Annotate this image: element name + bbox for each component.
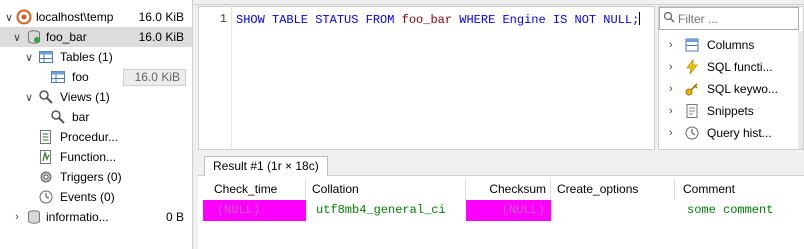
sql-editor[interactable]: 1 SHOW TABLE STATUS FROM foo_bar WHERE E… — [198, 6, 655, 150]
helper-item-label: Columns — [707, 38, 755, 52]
columns-icon — [684, 37, 700, 53]
column-header-check-time[interactable]: Check_time — [198, 179, 306, 200]
sql-code-line[interactable]: SHOW TABLE STATUS FROM foo_bar WHERE Eng… — [236, 12, 641, 27]
chevron-right-icon[interactable]: › — [12, 211, 22, 223]
chevron-down-icon[interactable]: ∨ — [12, 31, 22, 44]
sql-keywords-icon — [684, 81, 700, 97]
tree-item-events[interactable]: Events (0) — [0, 187, 192, 207]
tree-item-foo[interactable]: foo 16.0 KiB — [0, 67, 192, 87]
tree-item-label: bar — [72, 110, 90, 124]
helper-item-label: SQL keywo... — [707, 82, 778, 96]
view-icon — [50, 109, 66, 125]
helper-item-columns[interactable]: › Columns — [659, 34, 799, 56]
table-cell-null[interactable]: (NULL) — [466, 200, 551, 221]
database-icon — [26, 209, 42, 225]
tree-item-size: 16.0 KiB — [138, 10, 184, 24]
helper-item-label: SQL functi... — [707, 60, 773, 74]
helper-item-label: Snippets — [707, 104, 754, 118]
text-cursor — [639, 12, 641, 25]
tree-item-localhost[interactable]: ∨ localhost\temp 16.0 KiB — [0, 7, 192, 27]
snippets-icon — [684, 103, 700, 119]
table-size-box: 16.0 KiB — [123, 68, 186, 86]
database-icon — [26, 29, 42, 45]
procedure-icon — [38, 129, 54, 145]
helper-item-label: Query hist... — [707, 126, 772, 140]
tree-item-tables[interactable]: ∨ Tables (1) — [0, 47, 192, 67]
tree-item-label: Tables (1) — [60, 50, 113, 64]
column-header-collation[interactable]: Collation — [296, 179, 466, 200]
column-header-create-options[interactable]: Create_options — [551, 179, 675, 200]
helper-item-sql-keywords[interactable]: › SQL keywo... — [659, 78, 799, 100]
filter-box[interactable] — [659, 7, 799, 30]
tree-item-foo-bar[interactable]: ∨ foo_bar 16.0 KiB — [0, 27, 192, 47]
chevron-right-icon[interactable]: › — [669, 61, 673, 73]
column-header-checksum[interactable]: Checksum — [466, 179, 551, 200]
tree-item-label: foo_bar — [46, 30, 87, 44]
chevron-down-icon[interactable]: ∨ — [4, 11, 14, 24]
chevron-right-icon[interactable]: › — [669, 105, 673, 117]
views-icon — [38, 89, 54, 105]
clock-icon — [38, 189, 54, 205]
search-icon — [660, 11, 678, 26]
helper-scrollbar[interactable] — [798, 31, 803, 149]
result-grid[interactable]: Check_time Collation Checksum Create_opt… — [198, 176, 804, 249]
server-icon — [16, 9, 32, 25]
gear-icon — [38, 169, 54, 185]
query-history-icon — [684, 125, 700, 141]
result-tab-bar: Result #1 (1r × 18c) — [198, 152, 804, 177]
tree-item-triggers[interactable]: Triggers (0) — [0, 167, 192, 187]
sql-keyword-token: Engine IS NOT NULL; — [502, 13, 640, 27]
tab-result-1[interactable]: Result #1 (1r × 18c) — [204, 156, 328, 177]
tree-item-size: 16.0 KiB — [138, 30, 184, 44]
line-number-gutter: 1 — [199, 7, 232, 149]
query-helper-panel: › Columns › SQL functi... › SQL keywo...… — [658, 6, 804, 150]
tree-item-label: foo — [72, 70, 89, 84]
chevron-right-icon[interactable]: › — [669, 83, 673, 95]
helper-item-sql-functions[interactable]: › SQL functi... — [659, 56, 799, 78]
query-tabs-strip — [194, 0, 804, 5]
tree-item-views[interactable]: ∨ Views (1) — [0, 87, 192, 107]
chevron-right-icon[interactable]: › — [669, 39, 673, 51]
tree-item-label: localhost\temp — [36, 10, 114, 24]
function-icon — [38, 149, 54, 165]
sql-keyword-token: SHOW TABLE STATUS FROM — [236, 13, 402, 27]
database-tree[interactable]: ∨ localhost\temp 16.0 KiB ∨ foo_bar 16.0… — [0, 0, 193, 249]
table-cell-collation[interactable]: utf8mb4_general_ci — [306, 200, 466, 221]
tables-icon — [38, 49, 54, 65]
chevron-down-icon[interactable]: ∨ — [24, 91, 34, 104]
tree-item-bar[interactable]: bar — [0, 107, 192, 127]
tree-item-functions[interactable]: Function... — [0, 147, 192, 167]
tree-item-label: Triggers (0) — [60, 170, 122, 184]
tree-item-label: informatio... — [46, 210, 109, 224]
table-cell-comment[interactable]: some comment — [675, 200, 800, 221]
chevron-right-icon[interactable]: › — [669, 127, 673, 139]
table-cell-create-options[interactable] — [551, 200, 675, 221]
tree-item-label: Procedur... — [60, 130, 119, 144]
sql-functions-icon — [684, 59, 700, 75]
helper-item-snippets[interactable]: › Snippets — [659, 100, 799, 122]
tree-item-information-schema[interactable]: › informatio... 0 B — [0, 207, 192, 227]
table-icon — [50, 69, 66, 85]
tree-item-procedures[interactable]: Procedur... — [0, 127, 192, 147]
sql-table-token: foo_bar — [401, 13, 453, 27]
column-header-comment[interactable]: Comment — [675, 179, 800, 200]
tree-item-label: Events (0) — [60, 190, 115, 204]
sql-keyword-token: WHERE — [452, 13, 503, 27]
tree-item-size: 0 B — [165, 210, 184, 224]
table-cell-null[interactable]: (NULL) — [203, 200, 306, 221]
tree-item-label: Function... — [60, 150, 117, 164]
tree-item-label: Views (1) — [60, 90, 110, 104]
line-number: 1 — [219, 12, 227, 26]
chevron-down-icon[interactable]: ∨ — [24, 51, 34, 64]
filter-input[interactable] — [678, 11, 788, 26]
helper-item-query-history[interactable]: › Query hist... — [659, 122, 799, 144]
